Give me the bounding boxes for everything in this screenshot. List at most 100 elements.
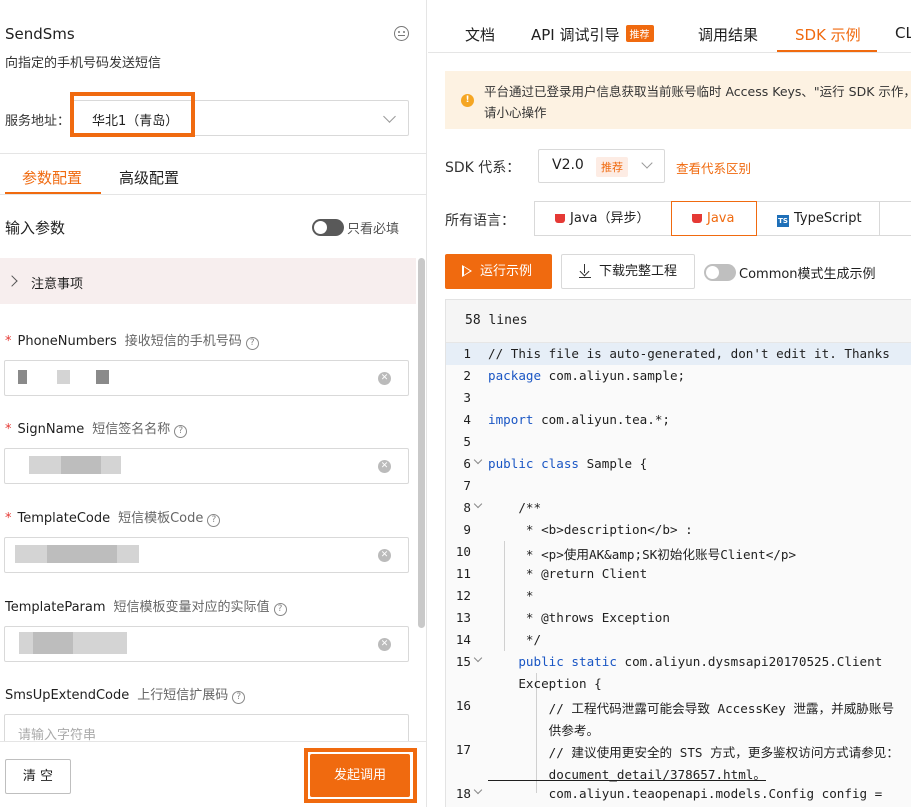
api-description: 向指定的手机号码发送短信 — [5, 56, 162, 71]
fold-chevron-icon[interactable] — [473, 785, 483, 795]
sdk-diff-link[interactable]: 查看代系区别 — [676, 158, 751, 177]
run-example-button[interactable]: 运行示例 — [445, 254, 552, 289]
code-line: 18 com.aliyun.teaopenapi.models.Config c… — [455, 785, 883, 801]
divider — [0, 153, 426, 154]
tab-advanced-config[interactable]: 高级配置 — [119, 167, 179, 188]
code-line: 3 — [463, 390, 471, 405]
lang-typescript[interactable]: TS TypeScript — [756, 201, 880, 236]
code-viewer[interactable]: 58 lines 1// This file is auto-generated… — [445, 299, 911, 807]
phonenumbers-input[interactable]: ✕ — [4, 360, 409, 396]
field-hint: 短信模板Code — [118, 511, 204, 526]
feedback-face-icon[interactable] — [394, 26, 409, 41]
field-hint: 上行短信扩展码 — [137, 688, 229, 703]
tab-cli[interactable]: CL — [895, 24, 911, 42]
required-mark: * — [5, 334, 12, 349]
api-title: SendSms — [5, 25, 75, 43]
code-line: 供参考。 — [488, 723, 600, 738]
code-line: 17 // 建议使用更安全的 STS 方式，更多鉴权访问方式请参见： — [455, 742, 899, 760]
notice-collapse[interactable]: 注意事项 — [0, 258, 416, 304]
lang-java-async[interactable]: Java（异步） — [534, 201, 672, 236]
field-label-templatecode: * TemplateCode 短信模板Code? — [5, 507, 221, 527]
tab-param-config[interactable]: 参数配置 — [22, 167, 82, 188]
typescript-icon: TS — [777, 215, 789, 227]
code-line: 5 — [463, 434, 471, 449]
play-icon — [462, 265, 472, 277]
divider — [428, 52, 911, 53]
fold-chevron-icon[interactable] — [473, 653, 483, 663]
sdk-generation-select[interactable]: V2.0 推荐 — [538, 149, 665, 183]
recommend-tag: 推荐 — [596, 157, 628, 177]
field-label-phonenumbers: * PhoneNumbers 接收短信的手机号码? — [5, 330, 259, 350]
clear-icon[interactable]: ✕ — [378, 638, 391, 651]
clear-icon[interactable]: ✕ — [378, 549, 391, 562]
code-line: 14 */ — [455, 632, 542, 647]
code-line: 10 * <p>使用AK&amp;SK初始化账号Client</p> — [455, 544, 797, 562]
chevron-right-icon — [6, 275, 18, 287]
field-name: PhoneNumbers — [17, 334, 117, 349]
code-line: 15 public static com.aliyun.dysmsapi2017… — [455, 653, 883, 669]
field-label-smsupextendcode: SmsUpExtendCode 上行短信扩展码? — [5, 684, 246, 704]
required-only-label: 只看必填 — [347, 222, 400, 237]
code-header: 58 lines — [446, 300, 911, 343]
lang-more[interactable] — [879, 201, 911, 236]
help-icon[interactable]: ? — [245, 337, 259, 350]
field-name: SmsUpExtendCode — [5, 688, 130, 703]
code-line: 11 * @return Client — [455, 566, 648, 581]
languages-label: 所有语言： — [445, 213, 515, 229]
code-line: 8 /** — [463, 499, 542, 515]
annotation-highlight-service — [70, 92, 195, 137]
signname-input[interactable]: ✕ — [4, 448, 409, 484]
tab-sdk-example[interactable]: SDK 示例 — [795, 24, 861, 45]
code-line: 1// This file is auto-generated, don't e… — [446, 343, 911, 365]
warning-text: 平台通过已登录用户信息获取当前账号临时 Access Keys、"运行 SDK … — [484, 84, 911, 120]
code-line: Exception { — [488, 676, 602, 691]
required-only-toggle[interactable] — [312, 219, 344, 236]
recommend-badge: 推荐 — [625, 25, 654, 42]
code-line: 2 package com.aliyun.sample; — [463, 368, 686, 383]
tab-docs[interactable]: 文档 — [465, 24, 495, 45]
warning-banner: ! 平台通过已登录用户信息获取当前账号临时 Access Keys、"运行 SD… — [445, 71, 911, 129]
input-params-heading: 输入参数 — [5, 219, 66, 237]
field-hint: 短信签名名称 — [92, 422, 171, 437]
chevron-down-icon — [641, 157, 653, 169]
chevron-down-icon — [383, 110, 396, 123]
help-icon[interactable]: ? — [273, 603, 287, 616]
sdk-version-value: V2.0 — [552, 157, 584, 173]
common-mode-label: Common模式生成示例 — [739, 267, 876, 282]
scrollbar[interactable] — [418, 258, 425, 628]
help-icon[interactable]: ? — [207, 514, 221, 527]
code-line: 9 * <b>description</b> : — [463, 522, 693, 537]
code-line: 16 // 工程代码泄露可能会导致 AccessKey 泄露，并威胁账号 — [455, 698, 895, 716]
code-line: document_detail/378657.html。 — [488, 767, 766, 782]
common-mode-toggle[interactable] — [704, 264, 736, 281]
api-debug-panel: SendSms 向指定的手机号码发送短信 服务地址： 华北1（青岛） 参数配置 … — [0, 0, 427, 807]
service-address-label: 服务地址： — [5, 114, 71, 129]
clear-icon[interactable]: ✕ — [378, 460, 391, 473]
tab-api-debug-guide[interactable]: API 调试引导 推荐 — [531, 24, 654, 45]
help-icon[interactable]: ? — [232, 691, 246, 704]
lang-java[interactable]: Java — [671, 201, 757, 236]
tab-call-result[interactable]: 调用结果 — [698, 24, 758, 45]
code-line: 6 public class Sample { — [463, 455, 648, 471]
field-name: TemplateCode — [17, 511, 111, 526]
templateparam-input[interactable]: ✕ — [4, 626, 409, 662]
field-label-signname: * SignName 短信签名名称? — [5, 418, 188, 438]
code-line: 12 * — [455, 588, 534, 603]
download-project-button[interactable]: 下载完整工程 — [561, 254, 695, 289]
sdk-generation-label: SDK 代系： — [445, 160, 521, 176]
notice-label: 注意事项 — [31, 277, 84, 292]
divider — [0, 194, 426, 195]
sdk-example-panel: 文档 API 调试引导 推荐 调用结果 SDK 示例 CL ! 平台通过已登录用户… — [428, 0, 911, 807]
required-mark: * — [5, 511, 12, 526]
download-icon — [579, 264, 591, 278]
fold-chevron-icon[interactable] — [473, 455, 483, 465]
field-label-templateparam: TemplateParam 短信模板变量对应的实际值? — [5, 596, 287, 616]
java-cup-icon — [692, 214, 702, 223]
clear-icon[interactable]: ✕ — [378, 372, 391, 385]
code-line: 4 import com.aliyun.tea.*; — [463, 412, 670, 427]
code-line: 13 * @throws Exception — [455, 610, 670, 625]
help-icon[interactable]: ? — [174, 425, 188, 438]
templatecode-input[interactable]: ✕ — [4, 537, 409, 573]
fold-chevron-icon[interactable] — [473, 499, 483, 509]
clear-button[interactable]: 清 空 — [5, 759, 71, 794]
